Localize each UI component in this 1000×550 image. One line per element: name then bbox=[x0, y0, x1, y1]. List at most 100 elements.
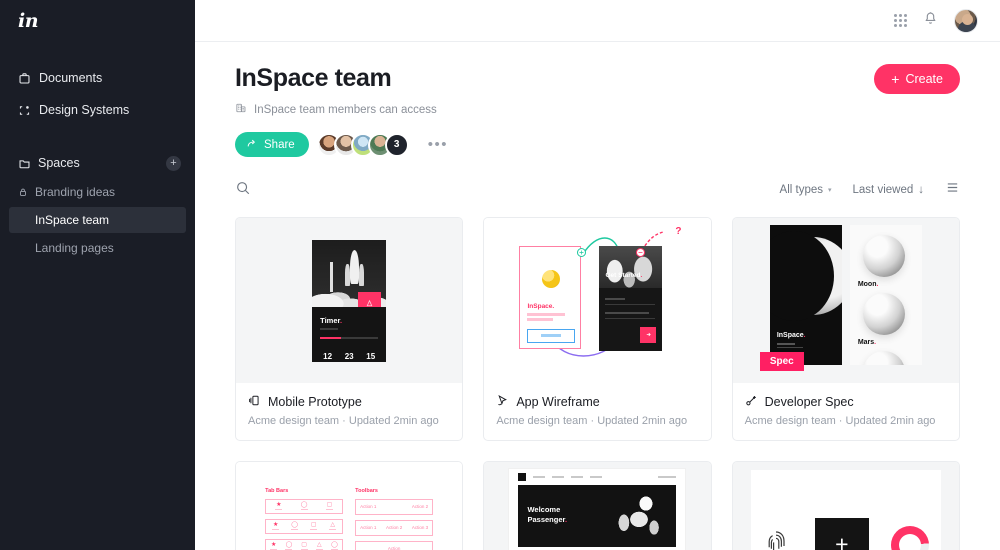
planet-label: Moon. bbox=[858, 281, 879, 288]
more-options-button[interactable]: ••• bbox=[428, 137, 448, 152]
astronaut-image bbox=[610, 493, 668, 541]
sidebar-item-documents-label: Documents bbox=[39, 71, 102, 85]
card-title: Developer Spec bbox=[765, 395, 854, 409]
toolbar-action: Action 2 bbox=[386, 525, 402, 530]
status-badge: Spec bbox=[760, 352, 804, 371]
card-title-row: Mobile Prototype bbox=[248, 394, 450, 410]
add-tile-button: + bbox=[815, 518, 869, 550]
wireframe-flow: InSpace. Get Started. bbox=[511, 226, 683, 376]
card-grid: Timer. 12 23 15 bbox=[235, 217, 960, 550]
card-title: App Wireframe bbox=[516, 395, 599, 409]
rocket-icon bbox=[350, 250, 359, 284]
card-thumbnail: InSpace. Moon. Mars. Spe bbox=[733, 218, 959, 383]
sidebar-item-landing-pages-label: Landing pages bbox=[35, 241, 114, 255]
toolbars-column: Toolbars Action 1 Action 2 Action 1 Acti… bbox=[355, 488, 433, 550]
search-icon[interactable] bbox=[235, 180, 251, 201]
prototype-icon bbox=[248, 394, 261, 410]
fingerprint-icon bbox=[763, 528, 793, 550]
card-mobile-prototype[interactable]: Timer. 12 23 15 bbox=[235, 217, 463, 441]
card-app-wireframe[interactable]: InSpace. Get Started. bbox=[483, 217, 711, 441]
card-landing-page[interactable]: Welcome Passenger. bbox=[483, 461, 711, 550]
freehand-icon bbox=[496, 394, 509, 410]
avatar[interactable] bbox=[954, 9, 978, 33]
access-note: InSpace team members can access bbox=[235, 101, 437, 119]
sidebar-spaces-header[interactable]: Spaces + bbox=[0, 149, 195, 177]
toolbar-mock: Action 1 Action 2 Action 3 bbox=[355, 520, 433, 536]
sidebar-item-branding-ideas[interactable]: Branding ideas bbox=[9, 179, 186, 205]
card-design-system[interactable]: Tab Bars ★ ◯ ▢ ★ ◯ ▢ △ bbox=[235, 461, 463, 550]
component-showcase: + bbox=[751, 470, 941, 550]
filter-all-types[interactable]: All types ▾ bbox=[780, 184, 832, 196]
hero-banner: Welcome Passenger. bbox=[518, 485, 676, 547]
documents-icon bbox=[18, 72, 38, 85]
card-thumbnail: Timer. 12 23 15 bbox=[236, 218, 462, 383]
sort-label: Last viewed bbox=[853, 184, 914, 196]
create-button[interactable]: + Create bbox=[874, 64, 960, 94]
wireframe-screen-2: Get Started. bbox=[599, 246, 662, 351]
avatar-overflow-count[interactable]: 3 bbox=[385, 133, 409, 157]
component-sheet: Tab Bars ★ ◯ ▢ ★ ◯ ▢ △ bbox=[254, 470, 444, 550]
arrow-down-icon: ↓ bbox=[918, 184, 924, 196]
timer-title: Timer. bbox=[320, 316, 378, 325]
hero-photo bbox=[599, 246, 662, 288]
tab-bars-column: Tab Bars ★ ◯ ▢ ★ ◯ ▢ △ bbox=[265, 488, 343, 550]
share-button[interactable]: Share bbox=[235, 132, 309, 157]
card-title-row: App Wireframe bbox=[496, 394, 698, 410]
spec-mockups: InSpace. Moon. Mars. Spe bbox=[760, 225, 932, 377]
timer-number: 23 bbox=[345, 352, 354, 361]
card-meta: Acme design team · Updated 2min ago bbox=[745, 415, 947, 427]
card-meta: Acme design team · Updated 2min ago bbox=[496, 415, 698, 427]
sidebar: in Documents Design bbox=[0, 0, 195, 550]
card-thumbnail: + bbox=[733, 462, 959, 550]
card-developer-spec[interactable]: InSpace. Moon. Mars. Spe bbox=[732, 217, 960, 441]
wireframe-title-2: Get Started. bbox=[605, 272, 642, 281]
bell-icon[interactable] bbox=[923, 11, 938, 31]
timer-numbers: 12 23 15 bbox=[320, 346, 378, 362]
timer-number: 12 bbox=[323, 352, 332, 361]
planet-image bbox=[863, 351, 905, 365]
progress-bar bbox=[320, 337, 378, 339]
sidebar-spaces-label: Spaces bbox=[38, 156, 166, 170]
get-started-button-mock bbox=[527, 329, 575, 343]
tab-bar-mock: ★ ◯ ▢ △ bbox=[265, 519, 343, 534]
planets-list: Moon. Mars. bbox=[850, 225, 922, 365]
moon-poster: InSpace. bbox=[770, 225, 842, 365]
sidebar-item-design-systems-label: Design Systems bbox=[39, 103, 129, 117]
sidebar-item-branding-ideas-label: Branding ideas bbox=[35, 185, 115, 199]
sidebar-item-inspace-team[interactable]: InSpace team bbox=[9, 207, 186, 233]
toolbar-controls: All types ▾ Last viewed ↓ bbox=[780, 180, 960, 200]
sidebar-item-landing-pages[interactable]: Landing pages bbox=[9, 235, 186, 261]
mock-navbar bbox=[509, 469, 685, 485]
toolbar-action: Action bbox=[388, 546, 401, 550]
card-meta: Acme design team · Updated 2min ago bbox=[248, 415, 450, 427]
planet-label: Mars. bbox=[858, 339, 876, 346]
member-avatars[interactable]: 3 bbox=[317, 133, 409, 157]
share-button-label: Share bbox=[264, 139, 295, 151]
sidebar-item-documents[interactable]: Documents bbox=[0, 64, 195, 92]
card-components[interactable]: + bbox=[732, 461, 960, 550]
plus-icon: + bbox=[891, 72, 899, 86]
phone-mockup: Timer. 12 23 15 bbox=[312, 240, 386, 362]
toolbar-mock: Action 1 Action 2 bbox=[355, 499, 433, 515]
flow-node-start bbox=[577, 248, 586, 257]
tab-bar-mock: ★ ◯ ▢ bbox=[265, 499, 343, 514]
sort-last-viewed[interactable]: Last viewed ↓ bbox=[853, 184, 924, 196]
grid-apps-icon[interactable] bbox=[894, 14, 907, 27]
content-toolbar: All types ▾ Last viewed ↓ bbox=[235, 176, 960, 204]
card-footer: Mobile Prototype Acme design team · Upda… bbox=[236, 383, 462, 440]
logo[interactable]: in bbox=[0, 0, 195, 42]
design-systems-icon bbox=[18, 104, 38, 117]
sidebar-item-design-systems[interactable]: Design Systems bbox=[0, 96, 195, 124]
question-mark-annotation: ? bbox=[675, 226, 681, 237]
top-bar bbox=[195, 0, 1000, 42]
list-view-icon[interactable] bbox=[945, 180, 960, 200]
card-thumbnail: Tab Bars ★ ◯ ▢ ★ ◯ ▢ △ bbox=[236, 462, 462, 550]
website-mockup: Welcome Passenger. bbox=[509, 469, 685, 550]
wireframe-title: InSpace. bbox=[527, 303, 554, 310]
toolbar-mock: Action bbox=[355, 541, 433, 550]
add-space-button[interactable]: + bbox=[166, 156, 181, 171]
wireframe-screen-1: InSpace. bbox=[519, 246, 581, 349]
primary-nav: Documents Design Systems bbox=[0, 64, 195, 124]
crescent-moon-image bbox=[774, 237, 842, 315]
planet-ball-icon bbox=[542, 270, 560, 288]
